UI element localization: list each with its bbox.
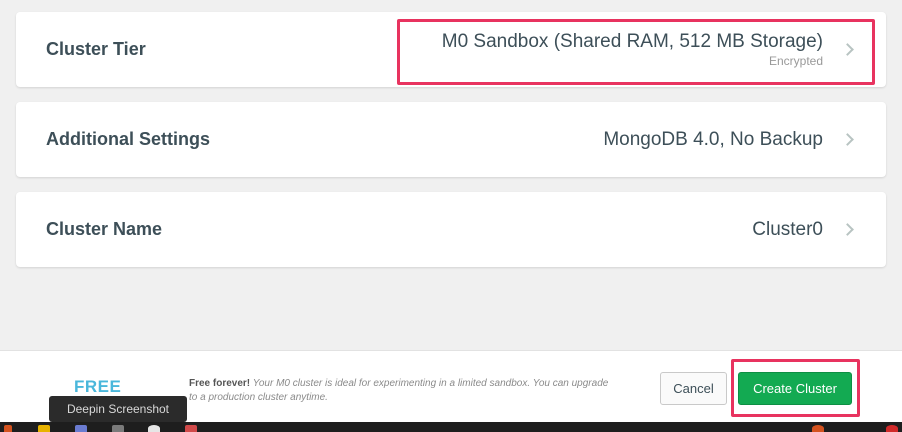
- app-icon[interactable]: [75, 425, 87, 432]
- cluster-name-row[interactable]: Cluster Name Cluster0: [16, 192, 886, 267]
- free-forever-text: Free forever!: [189, 378, 251, 389]
- chevron-right-icon: [841, 223, 854, 236]
- create-cluster-button[interactable]: Create Cluster: [738, 372, 852, 405]
- cluster-tier-value: M0 Sandbox (Shared RAM, 512 MB Storage): [441, 31, 823, 52]
- taskbar: [0, 422, 902, 432]
- power-icon[interactable]: [886, 425, 898, 432]
- tray-icon[interactable]: [812, 425, 824, 432]
- cancel-button[interactable]: Cancel: [660, 372, 727, 405]
- page: Cluster Tier M0 Sandbox (Shared RAM, 512…: [0, 0, 902, 432]
- launcher-icon[interactable]: [4, 425, 12, 432]
- cluster-tier-value-group: M0 Sandbox (Shared RAM, 512 MB Storage) …: [442, 31, 823, 68]
- additional-settings-label: Additional Settings: [46, 129, 210, 149]
- cluster-tier-encrypted-note: Encrypted: [768, 54, 823, 68]
- free-tier-detail: Your M0 cluster is ideal for experimenti…: [189, 378, 609, 403]
- cluster-tier-row[interactable]: Cluster Tier M0 Sandbox (Shared RAM, 512…: [16, 12, 886, 87]
- cluster-name-label: Cluster Name: [46, 219, 163, 239]
- screenshot-tooltip: Deepin Screenshot: [49, 396, 187, 422]
- terminal-icon[interactable]: [112, 425, 124, 432]
- free-tier-label: FREE: [74, 377, 122, 396]
- additional-settings-row[interactable]: Additional Settings MongoDB 4.0, No Back…: [16, 102, 886, 177]
- cluster-name-value-group: Cluster0: [752, 219, 823, 241]
- cluster-name-value: Cluster0: [752, 218, 823, 240]
- additional-settings-value-group: MongoDB 4.0, No Backup: [603, 129, 823, 151]
- free-tier-description: Free forever! Your M0 cluster is ideal f…: [189, 377, 609, 405]
- chevron-right-icon: [841, 43, 854, 56]
- files-icon[interactable]: [38, 425, 50, 432]
- browser-icon[interactable]: [148, 425, 160, 432]
- cluster-tier-label: Cluster Tier: [46, 39, 146, 59]
- chevron-right-icon: [841, 133, 854, 146]
- additional-settings-value: MongoDB 4.0, No Backup: [603, 128, 823, 150]
- app-icon[interactable]: [185, 425, 197, 432]
